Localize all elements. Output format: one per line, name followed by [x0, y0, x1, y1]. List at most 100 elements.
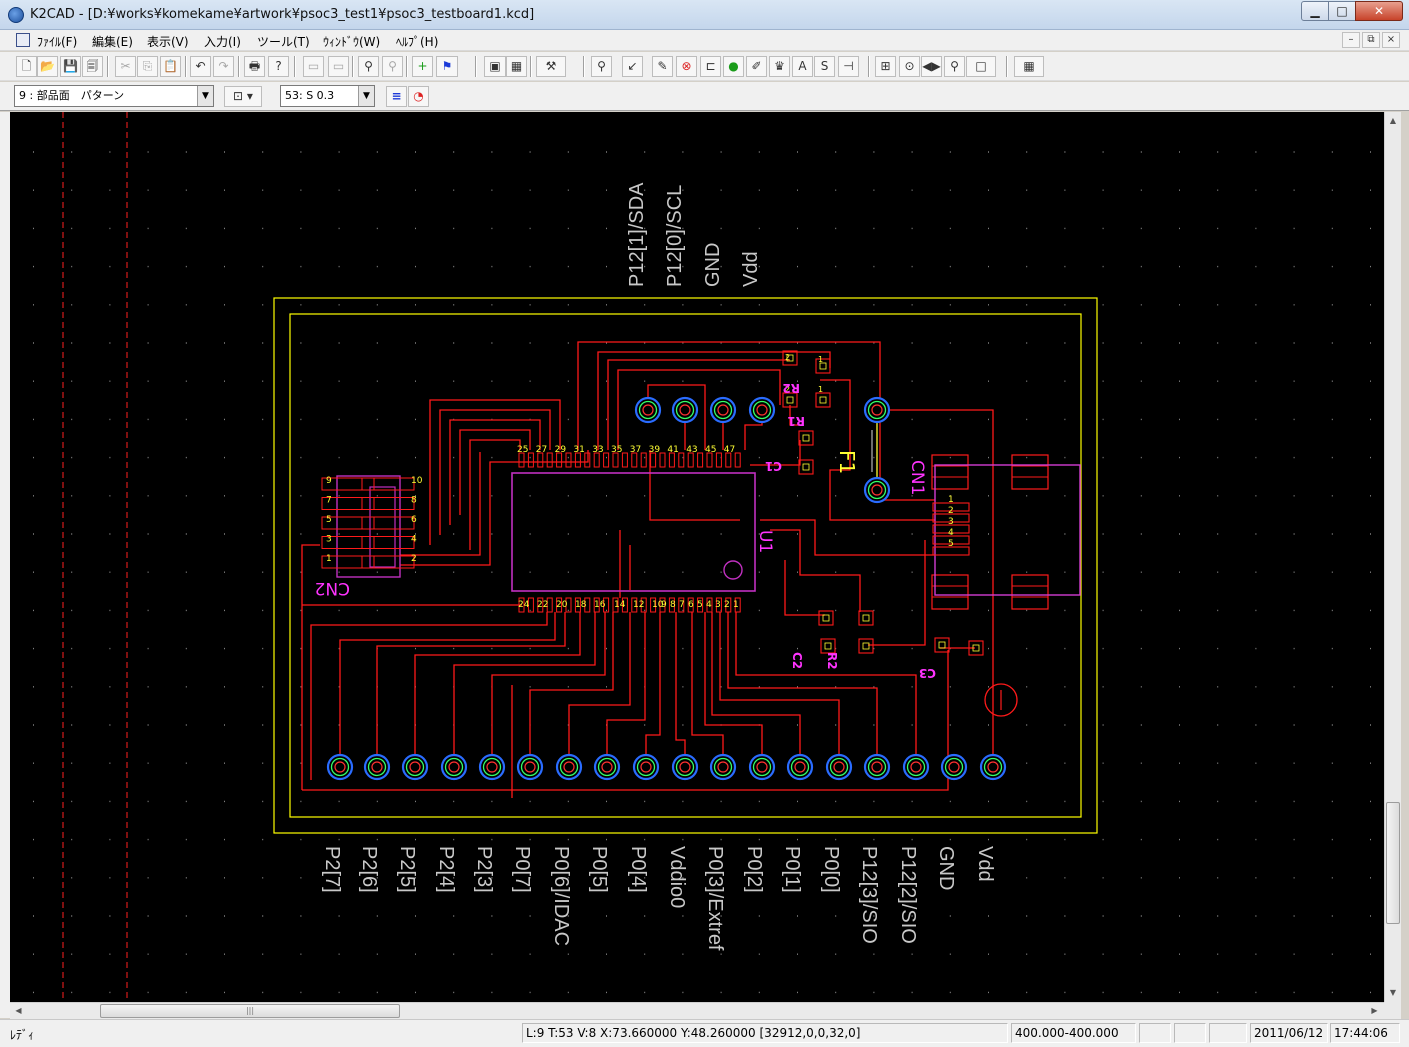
toolbar-paste-button[interactable]: 📋: [160, 56, 181, 77]
horizontal-scrollbar[interactable]: ◀ ||| ▶: [10, 1002, 1384, 1019]
toolbar-arc-button[interactable]: S: [814, 56, 835, 77]
toolbar-pad-button[interactable]: ●: [723, 56, 744, 77]
toolbar-part-button[interactable]: ⊏: [700, 56, 721, 77]
toolbar-text-button[interactable]: A: [792, 56, 813, 77]
toolbar-grid-button[interactable]: ▦: [506, 56, 527, 77]
smd-silk: [786, 396, 794, 404]
toolbar-help-button[interactable]: ?: [268, 56, 289, 77]
toolbar-flag-button[interactable]: ⚑: [436, 56, 458, 77]
toolbar-brush-button[interactable]: ✐: [746, 56, 767, 77]
k2cad-window: K2CAD - [D:¥works¥komekame¥artwork¥psoc3…: [0, 0, 1409, 1047]
u1-pad: [706, 452, 713, 468]
menu-file[interactable]: ﾌｧｲﾙ(F): [37, 33, 77, 50]
toolbar-pen-button[interactable]: ✎: [652, 56, 673, 77]
toolbar-open-button[interactable]: 📂: [37, 56, 58, 77]
cn1-shield-pad: [931, 454, 969, 490]
width-select[interactable]: 53: S 0.3 ▼: [280, 85, 375, 107]
save-icon: 💾: [63, 59, 78, 73]
toolbar-wire-button[interactable]: ⊣: [838, 56, 859, 77]
toolbar-trophy-button[interactable]: ♛: [769, 56, 790, 77]
pcb-trace: [880, 409, 994, 765]
toolbar-via-button[interactable]: ⊗: [676, 56, 697, 77]
cn1-pin-label: 5: [948, 539, 954, 549]
paste-icon: 📋: [163, 59, 178, 73]
toolbar-redo-button[interactable]: ↷: [213, 56, 234, 77]
vertical-scrollbar[interactable]: ▲ ▼: [1384, 112, 1401, 1002]
pcb-trace: [339, 612, 556, 765]
mdi-minimize-button[interactable]: –: [1342, 32, 1360, 48]
k2cad-app-icon[interactable]: [8, 7, 24, 23]
color-lines-button[interactable]: ≡: [386, 86, 407, 107]
mdi-restore-button[interactable]: ⧉: [1362, 32, 1380, 48]
toolbar-copy-button[interactable]: ⎘: [137, 56, 158, 77]
toolbar-arrow-button[interactable]: ↙: [622, 56, 643, 77]
toolbar-zoom-fit-button[interactable]: ⊙: [899, 56, 920, 77]
vertical-scroll-thumb[interactable]: [1386, 802, 1400, 924]
cn2-pin-label: 1: [326, 554, 332, 564]
toolbar-hammer-button[interactable]: ⚒: [536, 56, 566, 77]
toolbar-add-button[interactable]: +: [412, 56, 433, 77]
mdi-close-button[interactable]: ×: [1382, 32, 1400, 48]
toolbar-layer-b-button[interactable]: ▭: [328, 56, 349, 77]
menu-help[interactable]: ﾍﾙﾌﾟ(H): [396, 33, 438, 50]
toolbar-find-button[interactable]: ⚲: [358, 56, 379, 77]
horizontal-scroll-thumb[interactable]: |||: [100, 1004, 400, 1018]
layer-view-button[interactable]: ⊡ ▾: [224, 86, 262, 107]
pcb-canvas[interactable]: 1 2 3 4 5 CN1 25 27 29 31 33 35 37 39 41 43 45 47 24 22 20 18…: [10, 112, 1384, 1002]
u1-pad: [640, 452, 647, 468]
toolbar-replace-button[interactable]: ⚲: [382, 56, 403, 77]
pcb-trace: [577, 341, 881, 450]
u1-pad: [574, 452, 581, 468]
cn2-pin-label: 8: [411, 496, 417, 506]
scroll-up-arrow-icon[interactable]: ▲: [1385, 112, 1401, 129]
toolbar-cut-button[interactable]: ✂: [115, 56, 136, 77]
palette-button[interactable]: ◔: [408, 86, 429, 107]
toolbar-save-all-button[interactable]: 🗐: [82, 56, 103, 77]
toolbar-separator: [238, 56, 240, 77]
toolbar-mirror-button[interactable]: ◀▶: [921, 56, 942, 77]
toolbar-separator: [868, 56, 870, 77]
layer-select[interactable]: 9 : 部品面 パターン ▼: [14, 85, 214, 107]
pad-icon: ●: [728, 59, 739, 73]
menu-edit[interactable]: 編集(E): [92, 33, 133, 50]
u1-pad: [621, 452, 628, 468]
chevron-down-icon[interactable]: ▼: [197, 86, 213, 106]
u1-pad: [650, 452, 657, 468]
menu-window[interactable]: ｳｨﾝﾄﾞｳ(W): [323, 33, 380, 50]
u1-pin-number: 4: [706, 600, 712, 610]
close-button[interactable]: ✕: [1355, 1, 1403, 21]
toolbar-pattern-button[interactable]: ▦: [1014, 56, 1044, 77]
toolbar-undo-button[interactable]: ↶: [190, 56, 211, 77]
u1-pin-number: 18: [575, 600, 587, 610]
scroll-left-arrow-icon[interactable]: ◀: [10, 1003, 27, 1019]
title-bar: K2CAD - [D:¥works¥komekame¥artwork¥psoc3…: [0, 0, 1409, 30]
toolbar-zoom-in-button[interactable]: ⊞: [875, 56, 896, 77]
toolbar-rect-button[interactable]: □: [966, 56, 996, 77]
toolbar-save-button[interactable]: 💾: [60, 56, 81, 77]
toolbar-zoom-button[interactable]: ⚲: [944, 56, 965, 77]
pcb-drawing[interactable]: 12345CN125 27 29 31 33 35 37 39 41 43 45 4724 22 20 18…: [10, 112, 1384, 1002]
smd-pin-label: 1: [818, 385, 823, 394]
smd-silk: [802, 434, 810, 442]
scroll-right-arrow-icon[interactable]: ▶: [1366, 1003, 1383, 1019]
scroll-down-arrow-icon[interactable]: ▼: [1385, 984, 1401, 1001]
toolbar-separator: [107, 56, 109, 77]
minimize-button[interactable]: ▁: [1301, 1, 1329, 21]
bottom-pin-label: Vddio0: [666, 846, 688, 908]
status-date: 2011/06/12: [1250, 1023, 1328, 1043]
maximize-button[interactable]: □: [1328, 1, 1356, 21]
u1-pad: [537, 452, 544, 468]
color-lines-icon: ≡: [391, 89, 402, 103]
menu-view[interactable]: 表示(V): [147, 33, 189, 50]
toolbar-layer-a-button[interactable]: ▭: [303, 56, 324, 77]
menu-tools[interactable]: ツール(T): [257, 33, 310, 50]
toolbar-board-button[interactable]: ▣: [484, 56, 506, 77]
chevron-down-icon[interactable]: ▼: [358, 86, 374, 106]
document-icon[interactable]: [16, 33, 30, 47]
toolbar-new-button[interactable]: 🗋: [16, 56, 37, 77]
menu-input[interactable]: 入力(I): [204, 33, 241, 50]
arrow-icon: ↙: [627, 59, 638, 73]
toolbar-print-button[interactable]: 🖶: [244, 56, 265, 77]
u1-pin-number: 27: [536, 445, 547, 455]
toolbar-probe-button[interactable]: ⚲: [591, 56, 612, 77]
